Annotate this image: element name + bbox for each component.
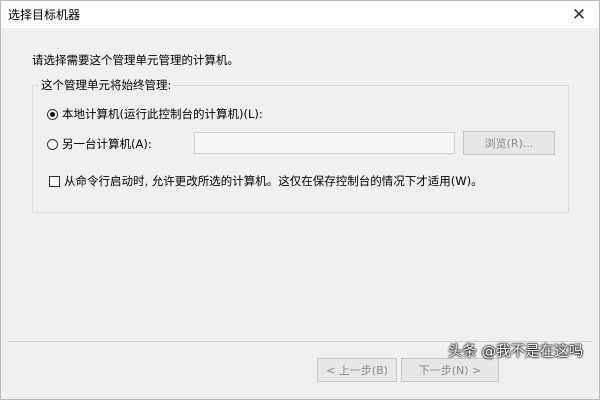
other-computer-radio-row[interactable]: 另一台计算机(A): bbox=[47, 136, 152, 152]
allow-change-label: 从命令行启动时, 允许更改所选的计算机。这仅在保存控制台的情况下才适用(W)。 bbox=[64, 174, 483, 188]
local-computer-radio[interactable] bbox=[47, 108, 58, 120]
window-title: 选择目标机器 bbox=[8, 8, 81, 22]
back-button[interactable]: < 上一步(B) bbox=[317, 358, 397, 382]
computer-name-input[interactable] bbox=[194, 132, 455, 154]
other-computer-radio[interactable] bbox=[47, 138, 58, 150]
next-button[interactable]: 下一步(N) > bbox=[401, 358, 499, 382]
allow-change-checkbox-row[interactable]: 从命令行启动时, 允许更改所选的计算机。这仅在保存控制台的情况下才适用(W)。 bbox=[49, 173, 483, 189]
watermark-text: 头条 @我不是在这吗 bbox=[448, 344, 584, 360]
allow-change-checkbox[interactable] bbox=[49, 175, 60, 187]
instruction-text: 请选择需要这个管理单元管理的计算机。 bbox=[32, 53, 239, 67]
close-icon[interactable]: ✕ bbox=[559, 1, 599, 28]
local-computer-label: 本地计算机(运行此控制台的计算机)(L): bbox=[62, 107, 263, 121]
other-computer-label: 另一台计算机(A): bbox=[62, 137, 152, 151]
local-computer-radio-row[interactable]: 本地计算机(运行此控制台的计算机)(L): bbox=[47, 106, 263, 122]
title-bar: 选择目标机器 ✕ bbox=[1, 1, 599, 28]
groupbox-label: 这个管理单元将始终管理: bbox=[39, 77, 174, 93]
browse-button[interactable]: 浏览(R)... bbox=[463, 131, 555, 155]
